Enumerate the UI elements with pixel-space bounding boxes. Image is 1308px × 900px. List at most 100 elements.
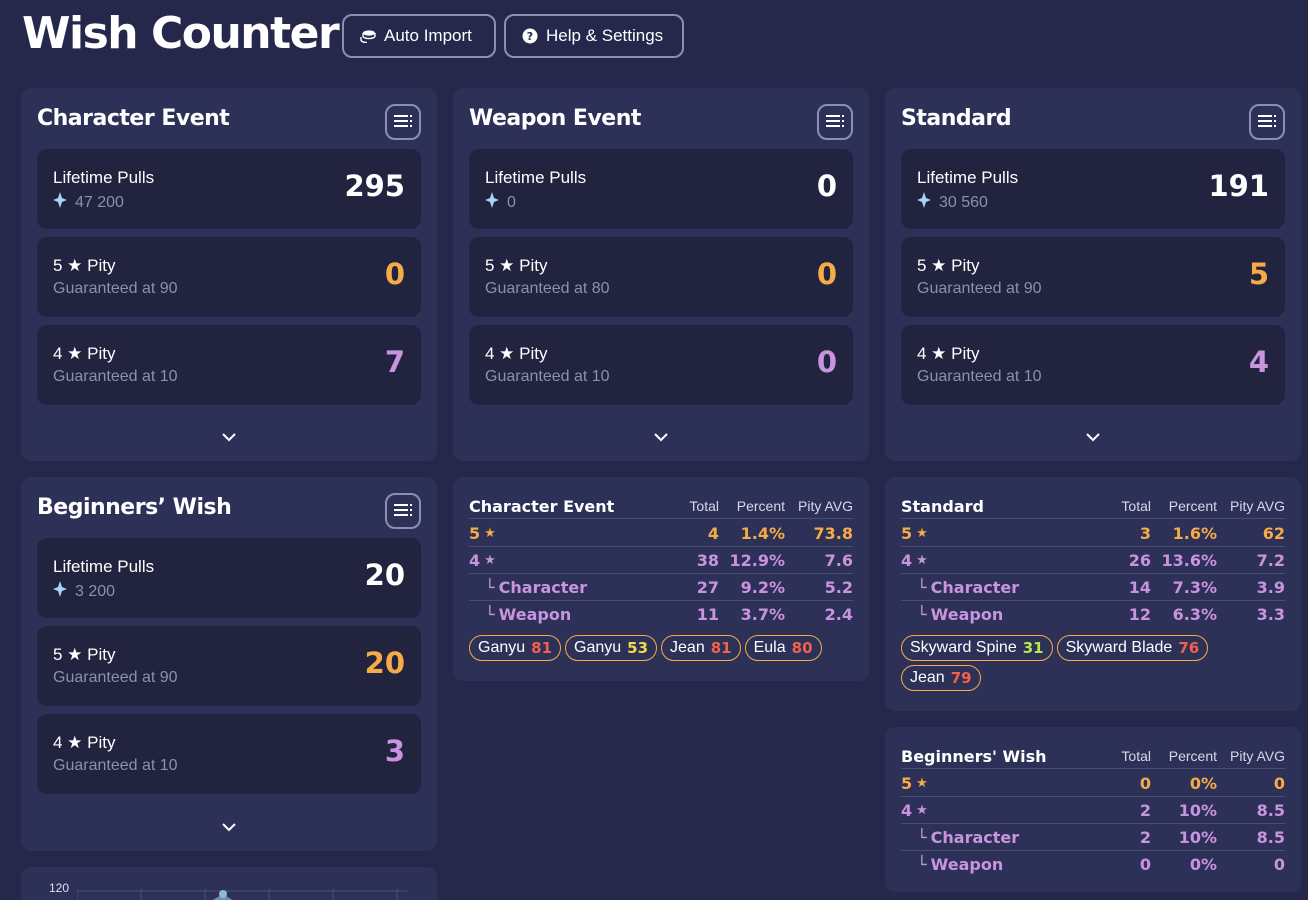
- cell-total: 14: [1128, 578, 1151, 597]
- lifetime-pulls-label: Lifetime Pulls: [53, 168, 155, 187]
- row-four-star-character: └ Character 27 9.2% 5.2: [469, 574, 853, 601]
- pull-chip[interactable]: Eula 80: [744, 635, 822, 661]
- chip-pity: 81: [531, 639, 553, 657]
- help-settings-label: Help & Settings: [546, 26, 664, 45]
- banner-title: Standard: [901, 106, 1012, 131]
- col-pity-avg: Pity AVG: [1230, 748, 1285, 764]
- five-star-pity-card: 5 ★ Pity Guaranteed at 80 0: [469, 237, 853, 317]
- cell-avg: 3.3: [1256, 605, 1285, 624]
- list-icon: [394, 503, 412, 519]
- primogem-icon: [53, 581, 67, 602]
- stats-title: Standard: [901, 497, 984, 516]
- five-star-pity-label: 5 ★ Pity: [917, 256, 980, 275]
- chip-pity: 76: [1178, 639, 1200, 657]
- pull-chip[interactable]: Ganyu 81: [469, 635, 562, 661]
- four-star-pity-card: 4 ★ Pity Guaranteed at 10 4: [901, 325, 1285, 405]
- lifetime-pulls-card: Lifetime Pulls 0 0: [469, 149, 853, 229]
- chip-name: Eula: [753, 639, 786, 656]
- row-four-star-character: └ Character 2 10% 8.5: [901, 824, 1285, 851]
- five-star-pity-value: 0: [384, 257, 405, 291]
- col-total: Total: [1121, 748, 1151, 764]
- row-four-star: 4 ★ 2 10% 8.5: [901, 797, 1285, 824]
- cell-percent: 10%: [1178, 801, 1217, 820]
- pull-chip[interactable]: Jean 81: [661, 635, 741, 661]
- app-title: Wish Counter: [22, 8, 340, 59]
- auto-import-button[interactable]: Auto Import: [342, 14, 496, 58]
- col-pity-avg: Pity AVG: [1230, 498, 1285, 514]
- cell-total: 4: [707, 524, 719, 543]
- cell-percent: 10%: [1178, 828, 1217, 847]
- subrow-corner-icon: └: [917, 605, 927, 624]
- banner-title: Beginners’ Wish: [37, 495, 232, 520]
- cell-total: 0: [1139, 855, 1151, 874]
- pull-chip[interactable]: Ganyu 53: [565, 635, 658, 661]
- star-icon: ★: [916, 526, 928, 541]
- stats-standard: Standard Total Percent Pity AVG 5 ★ 3 1.6…: [885, 477, 1301, 711]
- five-star-pity-label: 5 ★ Pity: [53, 645, 116, 664]
- banner-title: Weapon Event: [469, 106, 641, 131]
- list-icon: [394, 114, 412, 130]
- subrow-corner-icon: └: [485, 578, 495, 597]
- banner-weapon-event: Weapon Event Lifetime Pulls 0 0 5 ★ Pity…: [453, 88, 869, 461]
- help-settings-button[interactable]: ? Help & Settings: [504, 14, 684, 58]
- five-star-pity-label: 5 ★ Pity: [485, 256, 548, 275]
- row-five-star: 5 ★ 4 1.4% 73.8: [469, 520, 853, 547]
- banner-menu-button[interactable]: [385, 493, 421, 529]
- four-star-pity-value: 3: [384, 734, 405, 768]
- banner-menu-button[interactable]: [817, 104, 853, 140]
- cell-total: 26: [1128, 551, 1151, 570]
- lifetime-pulls-label: Lifetime Pulls: [53, 557, 155, 576]
- lifetime-pulls-value: 191: [1208, 169, 1269, 203]
- primogem-count: 0: [507, 193, 516, 211]
- five-star-pity-card: 5 ★ Pity Guaranteed at 90 20: [37, 626, 421, 706]
- stats-header: Beginners' Wish Total Percent Pity AVG: [901, 745, 1285, 769]
- cell-avg: 5.2: [824, 578, 853, 597]
- cell-total: 2: [1139, 801, 1151, 820]
- cell-percent: 9.2%: [740, 578, 785, 597]
- chart-gridlines: [77, 889, 407, 900]
- chip-name: Jean: [910, 669, 945, 686]
- expand-chevron-icon[interactable]: [652, 431, 670, 443]
- row-label: Weapon: [498, 605, 572, 624]
- row-four-star-weapon: └ Weapon 11 3.7% 2.4: [469, 601, 853, 628]
- chip-pity: 53: [627, 639, 649, 657]
- four-star-pity-label: 4 ★ Pity: [53, 733, 116, 752]
- expand-chevron-icon[interactable]: [1084, 431, 1102, 443]
- row-label: Character: [498, 578, 588, 597]
- five-star-pity-value: 0: [816, 257, 837, 291]
- cell-total: 27: [696, 578, 719, 597]
- lifetime-pulls-label: Lifetime Pulls: [917, 168, 1019, 187]
- col-percent: Percent: [1168, 748, 1217, 764]
- lifetime-pulls-card: Lifetime Pulls 47 200 295: [37, 149, 421, 229]
- expand-chevron-icon[interactable]: [220, 821, 238, 833]
- list-icon: [1258, 114, 1276, 130]
- pull-chip[interactable]: Jean 79: [901, 665, 981, 691]
- five-star-pity-value: 5: [1248, 257, 1269, 291]
- subrow-corner-icon: └: [917, 855, 927, 874]
- stats-beginners-wish: Beginners' Wish Total Percent Pity AVG 5…: [885, 727, 1301, 892]
- five-star-history: Ganyu 81 Ganyu 53 Jean 81 Eula 80: [469, 635, 855, 661]
- row-five-star: 5 ★ 0 0% 0: [901, 770, 1285, 797]
- chart-y-tick: 120: [49, 881, 70, 895]
- auto-import-label: Auto Import: [384, 26, 472, 45]
- pull-chip[interactable]: Skyward Spine 31: [901, 635, 1053, 661]
- cell-percent: 13.6%: [1161, 551, 1217, 570]
- star-icon: ★: [916, 776, 928, 791]
- stats-character-event: Character Event Total Percent Pity AVG 5…: [453, 477, 869, 681]
- list-icon: [826, 114, 844, 130]
- banner-menu-button[interactable]: [385, 104, 421, 140]
- row-four-star: 4 ★ 26 13.6% 7.2: [901, 547, 1285, 574]
- help-icon: ?: [522, 28, 538, 44]
- lifetime-pulls-value: 295: [344, 169, 405, 203]
- row-label: 5: [469, 524, 481, 543]
- pull-chip[interactable]: Skyward Blade 76: [1056, 635, 1209, 661]
- cell-total: 0: [1139, 774, 1151, 793]
- four-star-pity-label: 4 ★ Pity: [485, 344, 548, 363]
- banner-menu-button[interactable]: [1249, 104, 1285, 140]
- chip-pity: 31: [1022, 639, 1044, 657]
- chip-pity: 79: [950, 669, 972, 687]
- four-star-guarantee: Guaranteed at 10: [53, 757, 178, 774]
- expand-chevron-icon[interactable]: [220, 431, 238, 443]
- five-star-guarantee: Guaranteed at 80: [485, 280, 610, 297]
- five-star-pity-label: 5 ★ Pity: [53, 256, 116, 275]
